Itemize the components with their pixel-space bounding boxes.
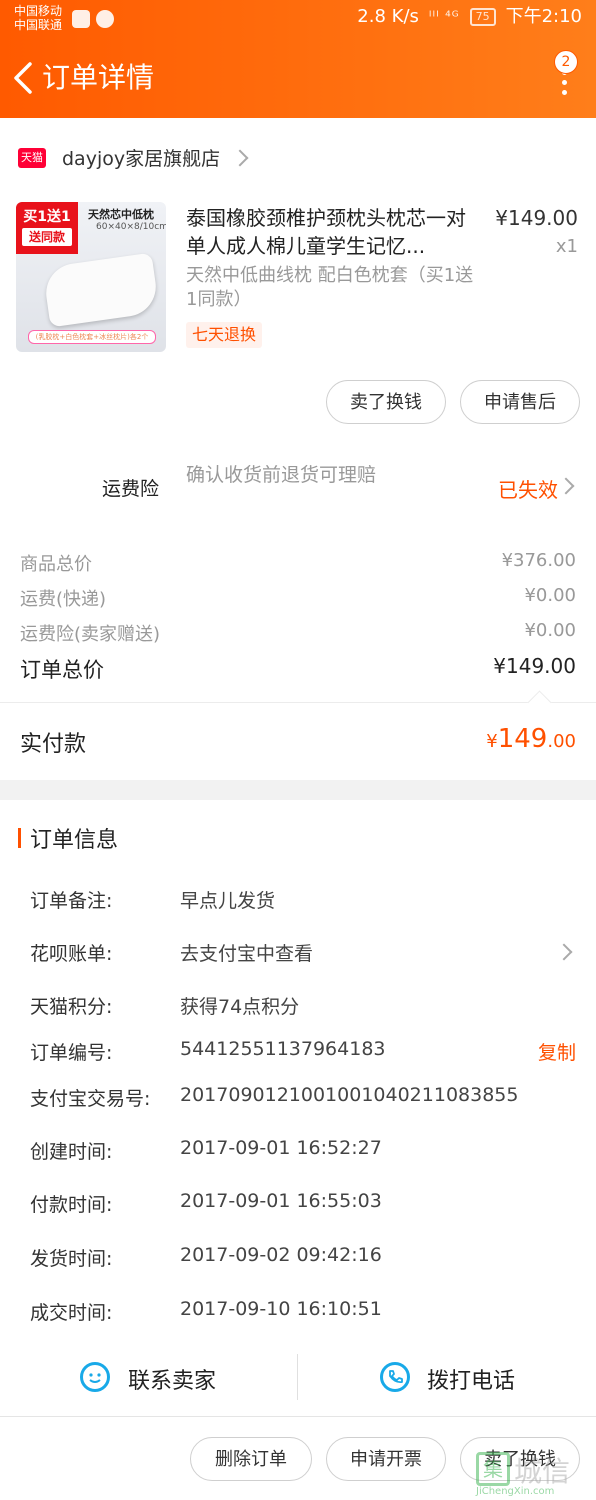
status-bar: 中国移动 中国联通 2.8 K/s ᴵᴵᴵ ⁴ᴳ 75 下午2:10 bbox=[0, 0, 596, 40]
contact-row: 联系卖家 拨打电话 bbox=[0, 1350, 596, 1416]
created-time-label: 创建时间: bbox=[30, 1141, 113, 1163]
carrier-2: 中国联通 bbox=[14, 18, 63, 32]
watermark-logo: 集 城信 JiChengXin.com bbox=[476, 1452, 586, 1498]
paid-amount: ¥149.00 bbox=[486, 724, 576, 754]
shield-icon bbox=[72, 10, 90, 28]
paid-label: 实付款 bbox=[20, 732, 87, 757]
shipping-row: 运费(快递) ¥0.00 bbox=[20, 585, 576, 615]
remark-label: 订单备注: bbox=[30, 890, 113, 912]
paid-decimal: .00 bbox=[547, 731, 576, 752]
page-title: 订单详情 bbox=[42, 61, 155, 94]
watermark-logo-char: 集 bbox=[483, 1457, 503, 1481]
sell-exchange-button[interactable]: 卖了换钱 bbox=[326, 380, 446, 424]
more-vertical-icon[interactable] bbox=[562, 70, 570, 110]
goods-total-row: 商品总价 ¥376.00 bbox=[20, 550, 576, 580]
insurance-status[interactable]: 已失效 bbox=[498, 474, 558, 503]
product-image[interactable]: 买1送1 送同款 天然芯中低枕 60×40×8/10cm (乳胶枕+白色枕套+冰… bbox=[16, 202, 166, 352]
paid-integer: 149 bbox=[497, 724, 548, 754]
shop-name[interactable]: dayjoy家居旗舰店 bbox=[62, 144, 220, 171]
shipping-insurance-row: 运费险(卖家赠送) ¥0.00 bbox=[20, 620, 576, 650]
paid-time-value: 2017-09-01 16:55:03 bbox=[180, 1190, 382, 1212]
shop-row[interactable]: 天猫 dayjoy家居旗舰店 bbox=[0, 138, 596, 178]
watermark-text: 城信 bbox=[514, 1455, 571, 1488]
divider bbox=[0, 702, 596, 703]
delete-order-button[interactable]: 删除订单 bbox=[190, 1437, 312, 1481]
product-sku: 天然中低曲线枕 配白色枕套（买1送1同款） bbox=[186, 265, 474, 310]
signal-icon: ᴵᴵᴵ ⁴ᴳ bbox=[428, 9, 460, 25]
shipped-time-value: 2017-09-02 09:42:16 bbox=[180, 1244, 382, 1266]
order-info-title: 订单信息 bbox=[30, 828, 119, 853]
chevron-right-icon bbox=[231, 149, 249, 167]
remark-value: 早点儿发货 bbox=[180, 890, 276, 912]
request-invoice-button[interactable]: 申请开票 bbox=[326, 1437, 446, 1481]
image-size: 60×40×8/10cm bbox=[96, 222, 166, 232]
promo-ribbon: 买1送1 送同款 bbox=[16, 202, 78, 254]
divider-notch bbox=[527, 690, 552, 715]
shipping-value: ¥0.00 bbox=[524, 585, 576, 606]
chevron-right-icon bbox=[557, 477, 575, 495]
product-title[interactable]: 泰国橡胶颈椎护颈枕头枕芯一对单人成人棉儿童学生记忆... bbox=[186, 204, 471, 260]
message-badge: 2 bbox=[554, 50, 578, 74]
shipping-insurance-label: 运费险(卖家赠送) bbox=[20, 624, 161, 645]
image-footer: (乳胶枕+白色枕套+冰丝枕片)各2个 bbox=[28, 330, 156, 344]
network-speed: 2.8 K/s bbox=[357, 6, 419, 27]
contact-separator bbox=[297, 1354, 298, 1400]
order-total-row: 订单总价 ¥149.00 bbox=[20, 654, 576, 684]
tmall-logo: 天猫 bbox=[18, 148, 46, 168]
shipped-time-label: 发货时间: bbox=[30, 1248, 113, 1270]
app-notification-icon bbox=[96, 10, 114, 28]
phone-icon[interactable] bbox=[380, 1362, 410, 1392]
paid-currency: ¥ bbox=[486, 731, 498, 752]
chevron-left-icon[interactable] bbox=[10, 60, 40, 96]
pillow-graphic bbox=[42, 252, 160, 328]
promo-ribbon-line1: 买1送1 bbox=[23, 209, 71, 225]
insurance-desc: 确认收货前退货可理赔 bbox=[186, 464, 377, 486]
shipping-insurance-value: ¥0.00 bbox=[524, 620, 576, 641]
order-info-card: 订单信息 订单备注: 早点儿发货 花呗账单: 去支付宝中查看 天猫积分: 获得7… bbox=[0, 800, 596, 1418]
copy-button[interactable]: 复制 bbox=[538, 1038, 576, 1065]
goods-total-label: 商品总价 bbox=[20, 554, 92, 575]
after-sale-button[interactable]: 申请售后 bbox=[460, 380, 580, 424]
carrier-1: 中国移动 bbox=[14, 4, 63, 18]
huabei-label: 花呗账单: bbox=[30, 943, 113, 965]
product-quantity: x1 bbox=[555, 236, 578, 257]
watermark-url: JiChengXin.com bbox=[476, 1486, 555, 1497]
order-total-label: 订单总价 bbox=[20, 658, 104, 682]
battery-icon: 75 bbox=[469, 8, 496, 26]
notification-icons bbox=[72, 10, 114, 28]
return-policy-tag: 七天退换 bbox=[186, 322, 263, 348]
contact-seller-button[interactable]: 联系卖家 bbox=[128, 1363, 216, 1395]
chevron-right-icon bbox=[555, 943, 573, 961]
image-heading: 天然芯中低枕 bbox=[88, 208, 154, 221]
watermark-icon: 集 bbox=[476, 1452, 510, 1486]
header: 中国移动 中国联通 2.8 K/s ᴵᴵᴵ ⁴ᴳ 75 下午2:10 订单详情 … bbox=[0, 0, 596, 118]
points-value: 获得74点积分 bbox=[180, 996, 300, 1018]
created-time-value: 2017-09-01 16:52:27 bbox=[180, 1137, 382, 1159]
nav-bar: 订单详情 2 bbox=[0, 40, 596, 118]
paid-time-label: 付款时间: bbox=[30, 1194, 113, 1216]
order-number-label: 订单编号: bbox=[30, 1042, 113, 1064]
call-phone-button[interactable]: 拨打电话 bbox=[427, 1363, 515, 1395]
section-accent-bar bbox=[18, 828, 21, 848]
alipay-trade-value: 2017090121001001040211083855 bbox=[180, 1084, 519, 1106]
order-card: 天猫 dayjoy家居旗舰店 买1送1 送同款 天然芯中低枕 60×40×8/1… bbox=[0, 118, 596, 780]
order-total-value: ¥149.00 bbox=[493, 654, 576, 678]
points-label: 天猫积分: bbox=[30, 996, 113, 1018]
clock: 下午2:10 bbox=[505, 6, 582, 27]
carrier-info: 中国移动 中国联通 bbox=[14, 4, 62, 32]
goods-total-value: ¥376.00 bbox=[501, 550, 576, 571]
order-number-value: 54412551137964183 bbox=[180, 1038, 386, 1060]
promo-ribbon-line2: 送同款 bbox=[22, 228, 72, 246]
huabei-link[interactable]: 去支付宝中查看 bbox=[180, 939, 313, 966]
shipping-label: 运费(快递) bbox=[20, 589, 107, 610]
product-price: ¥149.00 bbox=[495, 206, 578, 230]
status-right: 2.8 K/s ᴵᴵᴵ ⁴ᴳ 75 下午2:10 bbox=[357, 8, 582, 26]
completed-time-value: 2017-09-10 16:10:51 bbox=[180, 1298, 382, 1320]
completed-time-label: 成交时间: bbox=[30, 1302, 113, 1324]
insurance-label: 运费险 bbox=[102, 478, 160, 500]
chat-smile-icon[interactable] bbox=[80, 1362, 110, 1392]
alipay-trade-label: 支付宝交易号: bbox=[30, 1088, 151, 1110]
